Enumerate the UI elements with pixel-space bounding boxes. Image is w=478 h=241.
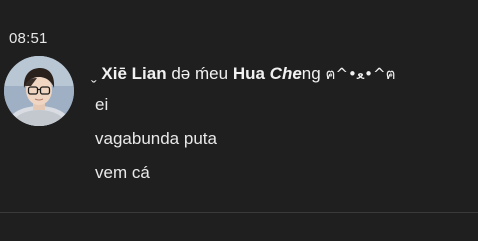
message-bubble-text[interactable]: vagabunda puta [95,128,217,150]
message-bubble-text[interactable]: ei [95,94,108,116]
sender-name-part: Che [269,64,302,83]
message-bubble-text[interactable]: vem cá [95,162,150,184]
sender-name-part: ḿeu [195,64,229,83]
sender-name[interactable]: ˬ Xiē Lian də ḿeu Hua Cheng ฅ^•ﻌ•^ฅ [91,62,396,86]
sender-name-part: Lian [131,64,167,83]
sender-name-part: ng [301,64,321,83]
avatar[interactable] [4,56,74,126]
sender-name-part: Hua [232,64,265,83]
sender-name-part: Xiē [101,64,127,83]
sender-prefix: ˬ [91,64,102,83]
divider [0,212,478,213]
sender-emoticon: ฅ^•ﻌ•^ฅ [325,65,396,83]
message-timestamp: 08:51 [9,30,48,47]
avatar-photo-icon [4,56,74,126]
chat-message-group: 08:51 ˬ Xiē Lian də ḿeu Hua Cheng ฅ^•ﻌ•… [0,0,478,241]
sender-name-part: də [171,64,191,83]
